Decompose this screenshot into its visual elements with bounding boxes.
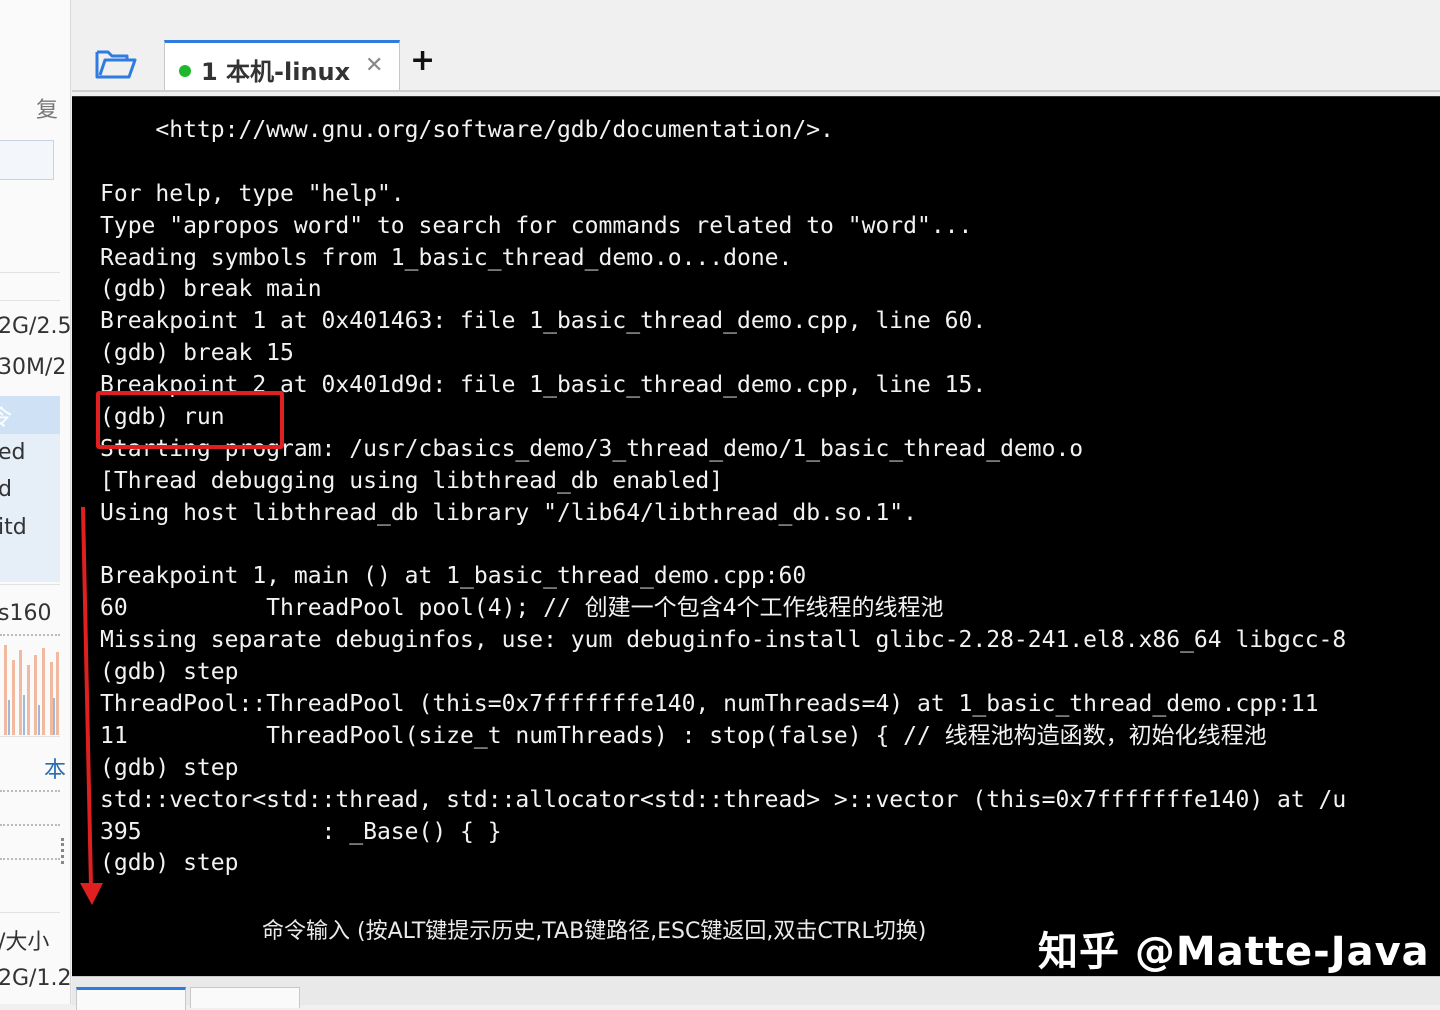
command-input-hint[interactable]: 命令输入 (按ALT键提示历史,TAB键路径,ESC键返回,双击CTRL切换) — [262, 913, 926, 945]
terminal-line: (gdb) break 15 — [100, 340, 294, 367]
connected-status-icon — [179, 65, 191, 77]
terminal-line: (gdb) step — [100, 659, 239, 686]
side-link[interactable]: 本 — [44, 752, 66, 784]
terminal-line: (gdb) step — [100, 754, 239, 781]
terminal-line: [Thread debugging using libthread_db ena… — [100, 467, 724, 494]
left-side-panel: 复 2G/2.5 30M/2 令 ed d itd s160 本 /大小 2G/… — [0, 0, 71, 1004]
process-row-1[interactable]: 令 — [0, 400, 12, 432]
tab-label: 1 本机-linux — [201, 58, 351, 86]
folder-open-icon[interactable] — [94, 46, 138, 82]
terminal-line: 395 : _Base() { } — [100, 818, 502, 845]
terminal-output: <http://www.gnu.org/software/gdb/documen… — [100, 115, 1346, 880]
terminal-line: (gdb) step — [100, 850, 239, 877]
dotted-divider — [0, 824, 60, 826]
add-tab-icon[interactable]: + — [410, 46, 435, 76]
terminal-line: (gdb) run — [100, 404, 225, 431]
terminal-line: Reading symbols from 1_basic_thread_demo… — [100, 244, 793, 271]
tab-local-linux[interactable]: 1 本机-linux ✕ — [164, 40, 400, 90]
memory-value-2: 30M/2 — [0, 355, 67, 380]
bottom-tab-1[interactable] — [76, 987, 186, 1010]
session-tab-bar: 1 本机-linux ✕ + — [72, 32, 1440, 92]
terminal-line: 60 ThreadPool pool(4); // 创建一个包含4个工作线程的线… — [100, 595, 944, 622]
divider — [0, 300, 60, 301]
divider — [0, 736, 60, 737]
terminal-line: Breakpoint 1 at 0x401463: file 1_basic_t… — [100, 308, 987, 335]
terminal-line: ThreadPool::ThreadPool (this=0x7fffffffe… — [100, 691, 1319, 718]
stat-label: s160 — [0, 601, 52, 626]
dotted-divider — [0, 790, 60, 792]
side-input-field[interactable] — [0, 140, 54, 180]
red-arrow-down-icon — [80, 506, 103, 905]
terminal-line: 11 ThreadPool(size_t numThreads) : stop(… — [100, 722, 1267, 749]
close-icon[interactable]: ✕ — [365, 53, 383, 78]
bottom-tab-strip — [72, 976, 1440, 1010]
watermark: 知乎 @Matte-Java — [1038, 929, 1430, 975]
terminal-line: Breakpoint 2 at 0x401d9d: file 1_basic_t… — [100, 372, 987, 399]
terminal-line: std::vector<std::thread, std::allocator<… — [100, 786, 1347, 813]
terminal-line: Type "apropos word" to search for comman… — [100, 212, 973, 239]
bottom-tab-2[interactable] — [190, 987, 300, 1008]
process-row-2[interactable]: ed — [0, 440, 26, 465]
copy-label[interactable]: 复 — [36, 92, 58, 124]
dotted-divider — [0, 858, 60, 860]
terminal-line: (gdb) break main — [100, 276, 322, 303]
divider — [0, 912, 60, 913]
dotted-divider — [0, 634, 60, 636]
divider — [0, 272, 60, 273]
resize-grip-icon[interactable] — [61, 838, 68, 864]
terminal-line: For help, type "help". — [100, 180, 405, 207]
divider — [0, 584, 60, 585]
terminal-line: <http://www.gnu.org/software/gdb/documen… — [100, 117, 834, 143]
terminal-view[interactable]: <http://www.gnu.org/software/gdb/documen… — [72, 96, 1440, 977]
usage-bar-chart — [4, 645, 59, 735]
process-row-4[interactable]: itd — [0, 515, 27, 540]
process-row-3[interactable]: d — [0, 477, 12, 502]
terminal-line: Breakpoint 1, main () at 1_basic_thread_… — [100, 563, 807, 590]
terminal-line: Starting program: /usr/cbasics_demo/3_th… — [100, 435, 1084, 462]
terminal-line: Using host libthread_db library "/lib64/… — [100, 499, 917, 526]
memory-value-1: 2G/2.5 — [0, 314, 71, 339]
size-value: 2G/1.2 — [0, 966, 71, 991]
terminal-line: Missing separate debuginfos, use: yum de… — [100, 627, 1347, 654]
size-header: /大小 — [0, 930, 50, 955]
